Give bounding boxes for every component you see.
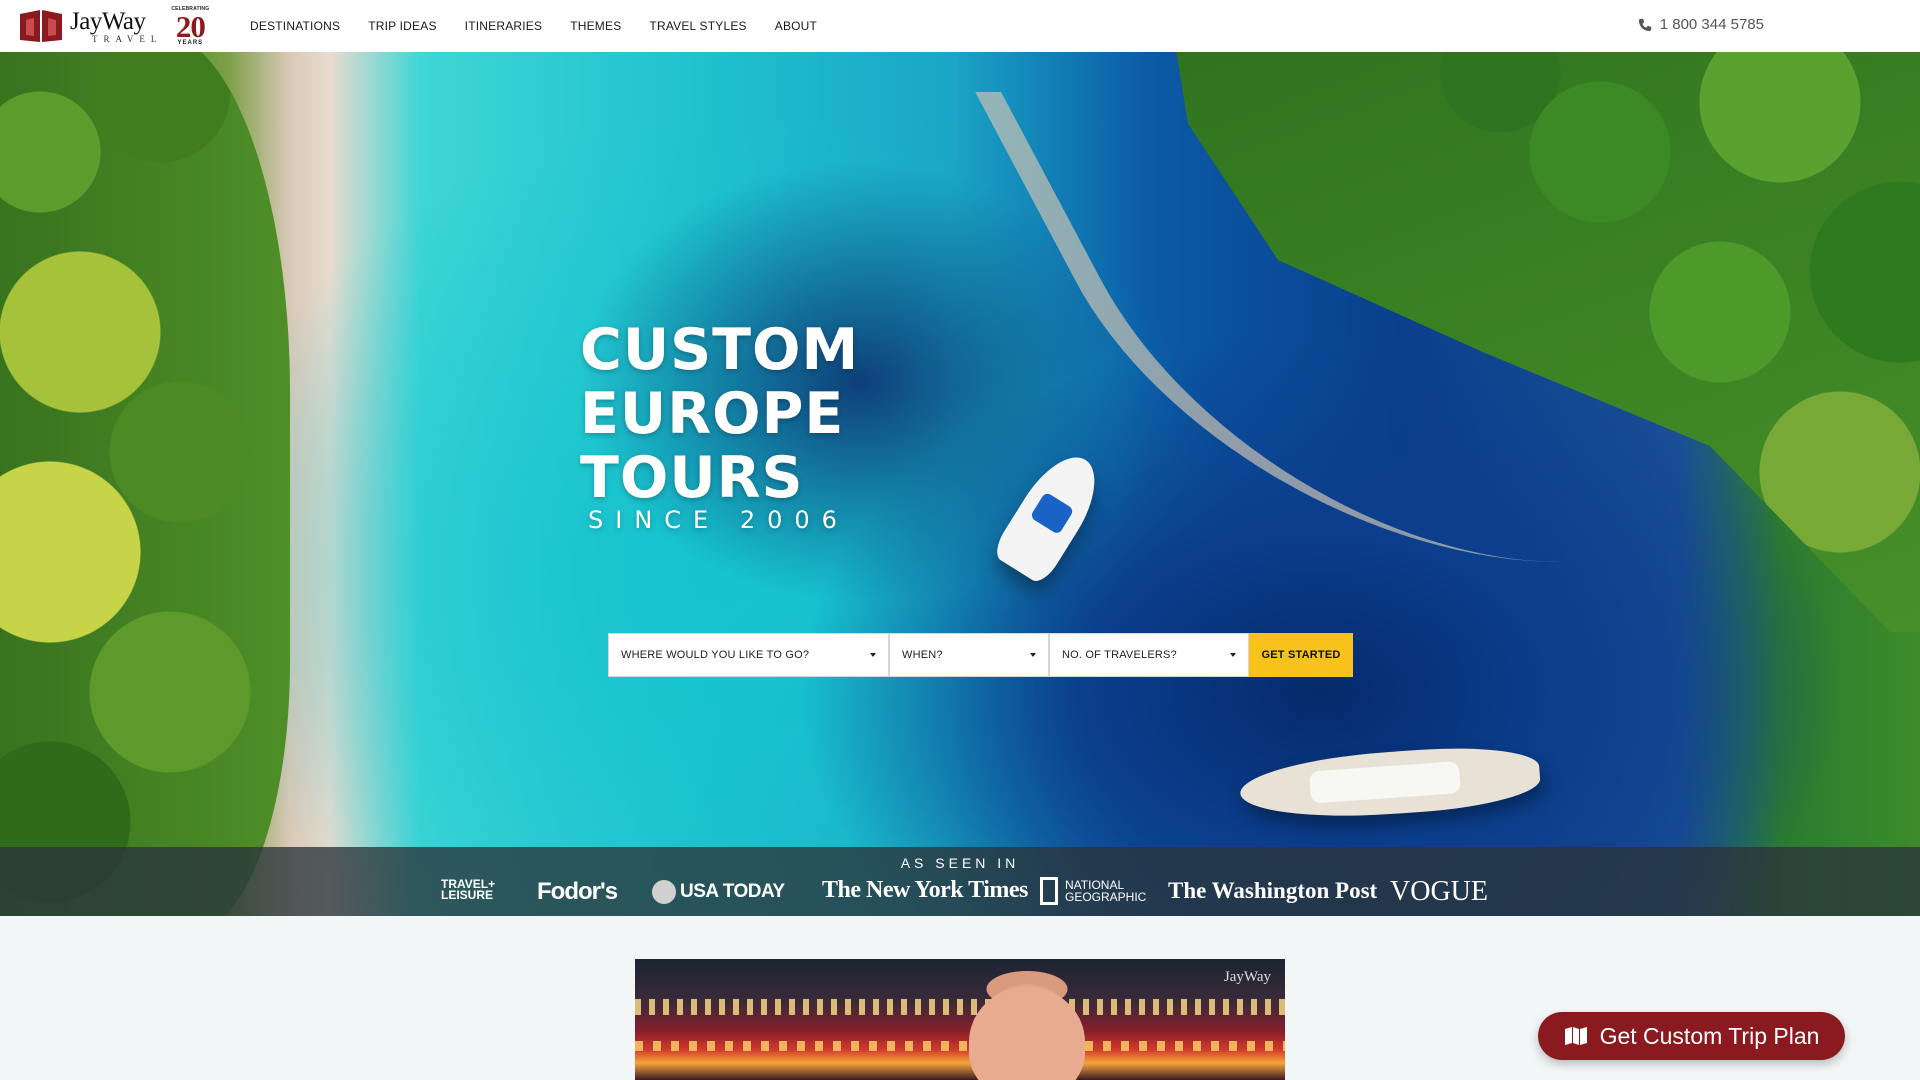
hero-section: CUSTOM EUROPE TOURS SINCE 2006 WHERE WOU… (0, 52, 1920, 916)
nav-travel-styles[interactable]: TRAVEL STYLES (649, 19, 746, 33)
hero-title-line-1: CUSTOM (580, 317, 860, 383)
nav-destinations[interactable]: DESTINATIONS (250, 19, 340, 33)
vogue-logo: VOGUE (1390, 876, 1488, 907)
get-started-button[interactable]: GET STARTED (1249, 633, 1353, 677)
logo-sub: TRAVEL (92, 33, 163, 44)
nav-trip-ideas[interactable]: TRIP IDEAS (368, 19, 436, 33)
hero-title-line-3: TOURS (580, 445, 804, 511)
travel-leisure-logo: TRAVEL+ LEISURE (441, 878, 495, 902)
anniversary-badge: CELEBRATING 20 YEARS (170, 6, 210, 46)
site-header: JayWay TRAVEL CELEBRATING 20 YEARS DESTI… (0, 0, 1920, 52)
badge-bottom-text: YEARS (177, 40, 204, 46)
phone-number: 1 800 344 5785 (1659, 16, 1764, 33)
when-select-label: WHEN? (902, 649, 943, 661)
travelers-select-label: NO. OF TRAVELERS? (1062, 649, 1177, 661)
cta-label: Get Custom Trip Plan (1599, 1022, 1820, 1049)
logo-name: JayWay (70, 7, 146, 35)
video-lights-decor (635, 999, 1285, 1015)
press-logos: TRAVEL+ LEISURE Fodor's USA TODAY The Ne… (0, 876, 1920, 909)
when-select[interactable]: WHEN? (889, 633, 1049, 677)
usa-today-logo-text: USA TODAY (680, 881, 785, 902)
main-nav: DESTINATIONS TRIP IDEAS ITINERARIES THEM… (236, 0, 831, 52)
natgeo-logo: NATIONAL GEOGRAPHIC (1040, 877, 1146, 905)
video-thumbnail[interactable]: JayWay (635, 959, 1285, 1080)
video-watermark-logo: JayWay (1223, 969, 1271, 985)
usa-today-logo: USA TODAY (652, 880, 785, 904)
badge-number: 20 (175, 9, 206, 44)
map-icon (1564, 1027, 1587, 1045)
usa-today-dot-icon (652, 880, 676, 904)
hero-title-line-2: EUROPE (580, 381, 845, 447)
natgeo-logo-text: NATIONAL GEOGRAPHIC (1065, 879, 1146, 903)
travel-leisure-logo-line-2: LEISURE (441, 888, 494, 902)
chevron-down-icon (870, 653, 876, 657)
logo-book-icon (20, 10, 62, 42)
natgeo-frame-icon (1040, 877, 1058, 905)
phone-icon (1638, 18, 1651, 31)
nav-themes[interactable]: THEMES (570, 19, 621, 33)
chevron-down-icon (1230, 653, 1236, 657)
hero-speedboat (990, 443, 1112, 587)
hero-title: CUSTOM EUROPE TOURS (580, 318, 859, 510)
video-lights-decor-2 (635, 1041, 1285, 1051)
as-seen-in-title: AS SEEN IN (900, 855, 1020, 871)
trip-search-form: WHERE WOULD YOU LIKE TO GO? WHEN? NO. OF… (608, 633, 1353, 677)
destination-select[interactable]: WHERE WOULD YOU LIKE TO GO? (608, 633, 889, 677)
nav-itineraries[interactable]: ITINERARIES (465, 19, 543, 33)
jayway-logo[interactable]: JayWay TRAVEL CELEBRATING 20 YEARS (18, 6, 210, 46)
logo-wordmark: JayWay TRAVEL (70, 9, 162, 44)
get-custom-trip-plan-button[interactable]: Get Custom Trip Plan (1538, 1012, 1845, 1060)
nav-about[interactable]: ABOUT (775, 19, 817, 33)
washington-post-logo: The Washington Post (1168, 878, 1378, 903)
hero-yacht (1238, 741, 1542, 825)
destination-select-label: WHERE WOULD YOU LIKE TO GO? (621, 649, 810, 661)
phone-link[interactable]: 1 800 344 5785 (1638, 16, 1764, 33)
as-seen-in-bar: AS SEEN IN TRAVEL+ LEISURE Fodor's USA T… (0, 847, 1920, 916)
chevron-down-icon (1030, 653, 1036, 657)
hero-subtitle: SINCE 2006 (588, 506, 849, 534)
travelers-select[interactable]: NO. OF TRAVELERS? (1049, 633, 1249, 677)
natgeo-logo-line-2: GEOGRAPHIC (1065, 890, 1147, 904)
fodors-logo: Fodor's (537, 878, 618, 905)
nyt-logo: The New York Times (822, 877, 1028, 903)
hero-forest-left (0, 52, 290, 916)
